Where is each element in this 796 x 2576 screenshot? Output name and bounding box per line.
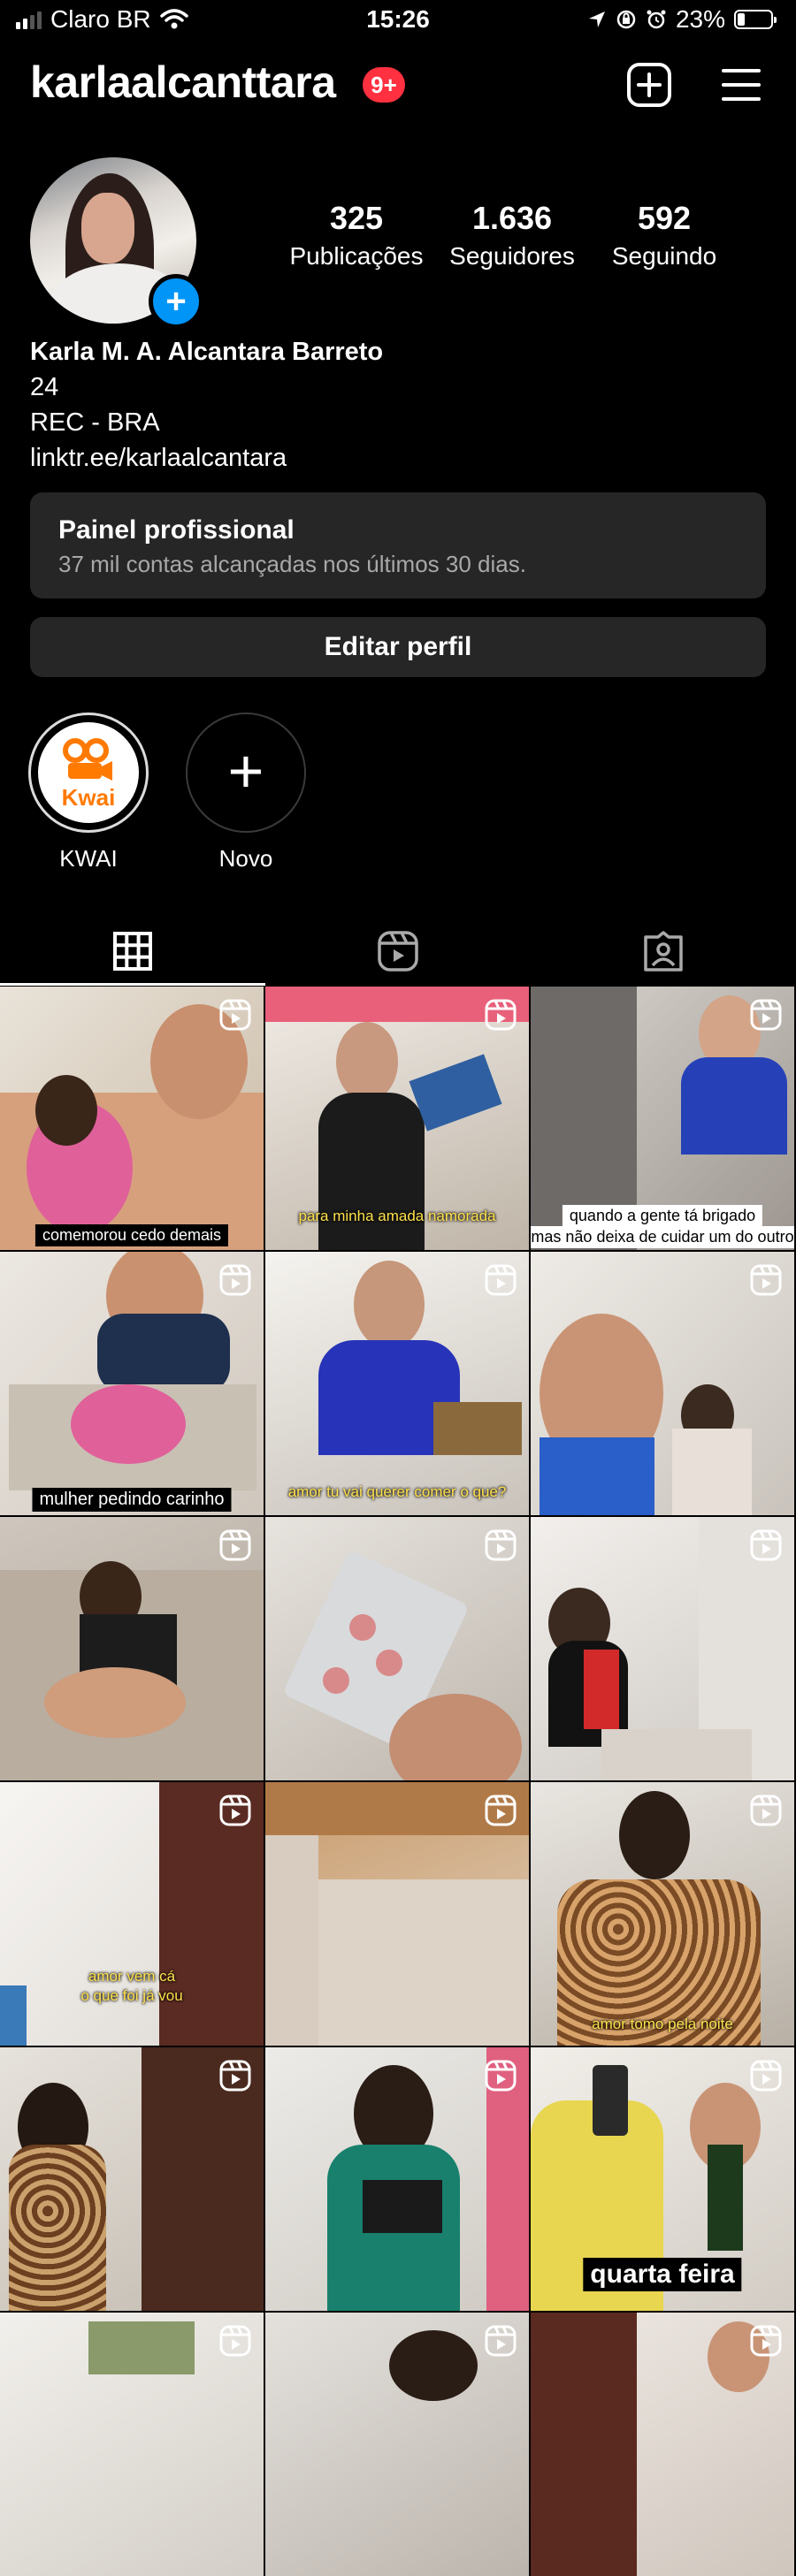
professional-dashboard[interactable]: Painel profissional 37 mil contas alcanç… [30,492,766,598]
kwai-logo-icon [63,738,112,781]
reel-indicator-icon [219,2325,251,2357]
tagged-icon [644,931,683,972]
reel-indicator-icon [219,1529,251,1561]
grid-post[interactable] [0,2047,264,2311]
tab-reels[interactable] [265,916,531,987]
reel-indicator-icon [219,2060,251,2092]
stat-followers[interactable]: 1.636 Seguidores [437,200,587,271]
orientation-lock-icon [616,10,636,29]
grid-post[interactable]: quarta feira [531,2047,794,2311]
post-caption: amor vem cá [88,1968,176,1985]
highlight-label: Novo [218,845,273,872]
reel-indicator-icon [750,1529,782,1561]
grid-post[interactable] [265,2047,529,2311]
active-tab-indicator [0,983,265,986]
status-right: 23% [587,5,777,34]
kwai-logo-text: Kwai [61,784,116,811]
grid-post[interactable] [265,2313,529,2576]
post-caption: para minha amada namorada [298,1208,496,1224]
grid-icon [113,932,152,971]
post-caption: amor tu vai querer comer o que? [287,1483,507,1500]
battery-percent: 23% [675,5,725,33]
grid-post[interactable]: quando a gente tá brigado mas não deixa … [531,987,794,1250]
highlight-ring: Kwai [28,713,149,833]
followers-count: 1.636 [471,200,553,236]
reel-indicator-icon [750,2060,782,2092]
reel-indicator-icon [750,2325,782,2357]
grid-post[interactable] [531,1252,794,1515]
post-caption: o que foi já vou [80,1987,183,2004]
alarm-icon [647,10,666,29]
notification-badge[interactable]: 9+ [363,67,405,103]
dashboard-title: Painel profissional [58,515,295,545]
grid-post[interactable]: para minha amada namorada [265,987,529,1250]
stat-following[interactable]: 592 Seguindo [589,200,739,271]
following-count: 592 [637,200,692,236]
grid-post[interactable]: amor tu vai querer comer o que? [265,1252,529,1515]
post-caption: quando a gente tá brigado [562,1205,763,1227]
highlight-label: KWAI [59,845,118,872]
reel-indicator-icon [485,1795,517,1826]
bio-link[interactable]: linktr.ee/karlaalcantara [30,444,287,473]
grid-post[interactable] [0,1517,264,1780]
reel-indicator-icon [485,999,517,1031]
grid-post[interactable] [265,1782,529,2046]
reel-indicator-icon [219,1795,251,1826]
highlight-new[interactable]: + Novo [184,713,308,873]
followers-label: Seguidores [449,242,575,270]
new-highlight-ring: + [186,713,306,833]
posts-label: Publicações [289,242,424,270]
grid-post[interactable] [0,2313,264,2576]
grid-post[interactable] [265,1517,529,1780]
following-label: Seguindo [611,242,717,270]
post-caption: amor tomo pela noite [592,2016,733,2032]
grid-post[interactable]: mulher pedindo carinho [0,1252,264,1515]
dashboard-subtitle: 37 mil contas alcançadas nos últimos 30 … [58,551,526,577]
reel-indicator-icon [485,1529,517,1561]
plus-icon: + [227,736,264,805]
reel-indicator-icon [750,1264,782,1296]
post-caption: mas não deixa de cuidar um do outro [531,1226,794,1248]
battery-icon [734,10,777,29]
highlight-kwai[interactable]: Kwai KWAI [27,713,150,873]
reel-indicator-icon [485,1264,517,1296]
reel-indicator-icon [485,2060,517,2092]
posts-count: 325 [329,200,384,236]
profile-username[interactable]: karlaalcanttara [30,57,336,108]
post-caption: comemorou cedo demais [34,1224,229,1246]
status-bar: Claro BR 15:26 23% [0,0,796,44]
location-arrow-icon [588,11,605,27]
add-story-icon[interactable]: + [149,274,203,329]
reels-icon [378,931,418,972]
reel-indicator-icon [750,999,782,1031]
bio-line: 24 [30,373,59,401]
grid-post[interactable]: comemorou cedo demais [0,987,264,1250]
post-caption: mulher pedindo carinho [32,1488,232,1512]
tab-tagged[interactable] [531,916,796,987]
post-caption: quarta feira [583,2258,742,2291]
profile-full-name: Karla M. A. Alcantara Barreto [30,338,384,366]
grid-post[interactable] [531,2313,794,2576]
grid-post[interactable]: amor vem cá o que foi já vou [0,1782,264,2046]
profile-tabs [0,916,796,987]
stat-posts[interactable]: 325 Publicações [281,200,432,271]
grid-post[interactable]: amor tomo pela noite [531,1782,794,2046]
edit-profile-button[interactable]: Editar perfil [30,617,766,677]
tab-posts-grid[interactable] [0,916,265,987]
create-post-icon[interactable] [624,60,674,110]
bio-line: REC - BRA [30,408,160,437]
reel-indicator-icon [750,1795,782,1826]
menu-icon[interactable] [716,60,766,110]
reel-indicator-icon [485,2325,517,2357]
reel-indicator-icon [219,1264,251,1296]
reel-indicator-icon [219,999,251,1031]
grid-post[interactable] [531,1517,794,1780]
